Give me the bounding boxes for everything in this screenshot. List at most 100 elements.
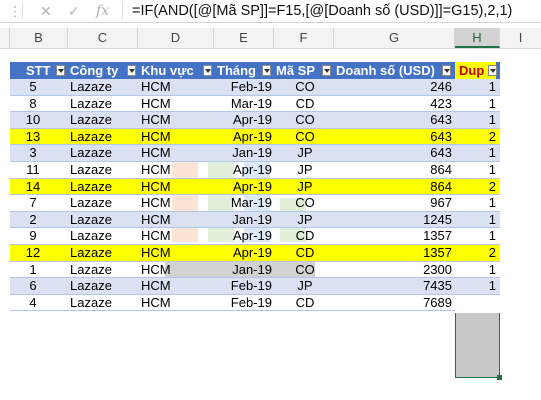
cell-stt[interactable]: 4 [10,295,56,312]
more-options-icon[interactable]: ⋮ [8,2,22,20]
cell-dup[interactable]: 1 [455,195,496,212]
cell-month[interactable]: Feb-19 [200,295,272,312]
cell-month[interactable]: Mar-19 [200,195,272,212]
cell-region[interactable]: HCM [141,262,201,279]
cell-product[interactable]: CO [276,79,334,96]
column-header-c[interactable]: C [68,28,138,48]
cell-company[interactable]: Lazaze [70,112,140,129]
cell-company[interactable]: Lazaze [70,162,140,179]
cell-product[interactable]: JP [276,278,334,295]
cell-product[interactable]: CO [276,112,334,129]
cell-dup[interactable]: 2 [455,129,496,146]
cell-region[interactable]: HCM [141,79,201,96]
cell-stt[interactable]: 8 [10,96,56,113]
cell-region[interactable]: HCM [141,228,201,245]
cell-company[interactable]: Lazaze [70,129,140,146]
cell-company[interactable]: Lazaze [70,195,140,212]
cell-product[interactable]: CD [276,245,334,262]
cell-company[interactable]: Lazaze [70,295,140,312]
column-header-f[interactable]: F [274,28,334,48]
cell-dup[interactable]: 1 [455,262,496,279]
cell-company[interactable]: Lazaze [70,96,140,113]
cell-sales[interactable]: 7435 [336,278,452,295]
cell-region[interactable]: HCM [141,96,201,113]
cell-stt[interactable]: 9 [10,228,56,245]
fx-icon[interactable]: fx [96,2,109,20]
cell-dup[interactable]: 1 [455,79,496,96]
cell-dup[interactable]: 1 [455,278,496,295]
cell-product[interactable]: JP [276,145,334,162]
cell-month[interactable]: Apr-19 [200,179,272,196]
column-header-e[interactable]: E [214,28,274,48]
cell-company[interactable]: Lazaze [70,228,140,245]
cell-region[interactable]: HCM [141,162,201,179]
cell-stt[interactable]: 6 [10,278,56,295]
select-all-corner[interactable] [0,28,10,48]
cell-month[interactable]: Apr-19 [200,129,272,146]
cell-region[interactable]: HCM [141,145,201,162]
cell-dup[interactable]: 2 [455,179,496,196]
filter-dropdown-icon[interactable] [322,65,331,76]
cell-region[interactable]: HCM [141,278,201,295]
cell-month[interactable]: Feb-19 [200,79,272,96]
cell-sales[interactable]: 1245 [336,212,452,229]
cell-product[interactable]: CO [276,195,334,212]
cell-region[interactable]: HCM [141,195,201,212]
cell-month[interactable]: Mar-19 [200,96,272,113]
filter-dropdown-icon[interactable] [127,65,136,76]
cell-stt[interactable]: 1 [10,262,56,279]
cell-month[interactable]: Jan-19 [200,145,272,162]
cell-region[interactable]: HCM [141,112,201,129]
cell-stt[interactable]: 7 [10,195,56,212]
fill-handle[interactable] [497,375,502,380]
cell-product[interactable]: JP [276,162,334,179]
cell-region[interactable]: HCM [141,295,201,312]
cell-dup[interactable]: 1 [455,145,496,162]
cell-region[interactable]: HCM [141,245,201,262]
cell-company[interactable]: Lazaze [70,79,140,96]
cell-dup[interactable]: 1 [455,162,496,179]
cell-product[interactable]: CO [276,262,334,279]
cell-region[interactable]: HCM [141,212,201,229]
column-header-b[interactable]: B [10,28,68,48]
cell-month[interactable]: Apr-19 [200,228,272,245]
cell-sales[interactable]: 2300 [336,262,452,279]
cell-month[interactable]: Apr-19 [200,245,272,262]
cell-sales[interactable]: 246 [336,79,452,96]
cell-stt[interactable]: 14 [10,179,56,196]
cell-dup[interactable]: 1 [455,212,496,229]
cell-product[interactable]: CD [276,228,334,245]
cell-stt[interactable]: 2 [10,212,56,229]
cell-stt[interactable]: 10 [10,112,56,129]
cell-dup[interactable]: 2 [455,245,496,262]
cell-sales[interactable]: 864 [336,162,452,179]
cell-region[interactable]: HCM [141,179,201,196]
column-header-h[interactable]: H [455,28,500,48]
cell-product[interactable]: CO [276,129,334,146]
column-header-d[interactable]: D [138,28,214,48]
cell-company[interactable]: Lazaze [70,245,140,262]
column-header-g[interactable]: G [334,28,455,48]
cell-company[interactable]: Lazaze [70,145,140,162]
cell-dup[interactable]: 1 [455,96,496,113]
cell-product[interactable]: CD [276,295,334,312]
cell-month[interactable]: Feb-19 [200,278,272,295]
cell-sales[interactable]: 1357 [336,245,452,262]
cell-sales[interactable]: 1357 [336,228,452,245]
cell-sales[interactable]: 643 [336,129,452,146]
cell-company[interactable]: Lazaze [70,262,140,279]
active-cell[interactable] [455,296,500,313]
cell-stt[interactable]: 11 [10,162,56,179]
filter-dropdown-icon[interactable] [488,65,497,76]
filter-dropdown-icon[interactable] [56,65,65,76]
cell-sales[interactable]: 967 [336,195,452,212]
cell-sales[interactable]: 423 [336,96,452,113]
cell-month[interactable]: Apr-19 [200,112,272,129]
cell-company[interactable]: Lazaze [70,179,140,196]
cell-month[interactable]: Jan-19 [200,262,272,279]
cell-product[interactable]: CD [276,96,334,113]
cell-company[interactable]: Lazaze [70,278,140,295]
cell-stt[interactable]: 5 [10,79,56,96]
formula-input[interactable]: =IF(AND([@[Mã SP]]=F15,[@[Doanh số (USD)… [132,1,512,21]
cell-product[interactable]: JP [276,179,334,196]
